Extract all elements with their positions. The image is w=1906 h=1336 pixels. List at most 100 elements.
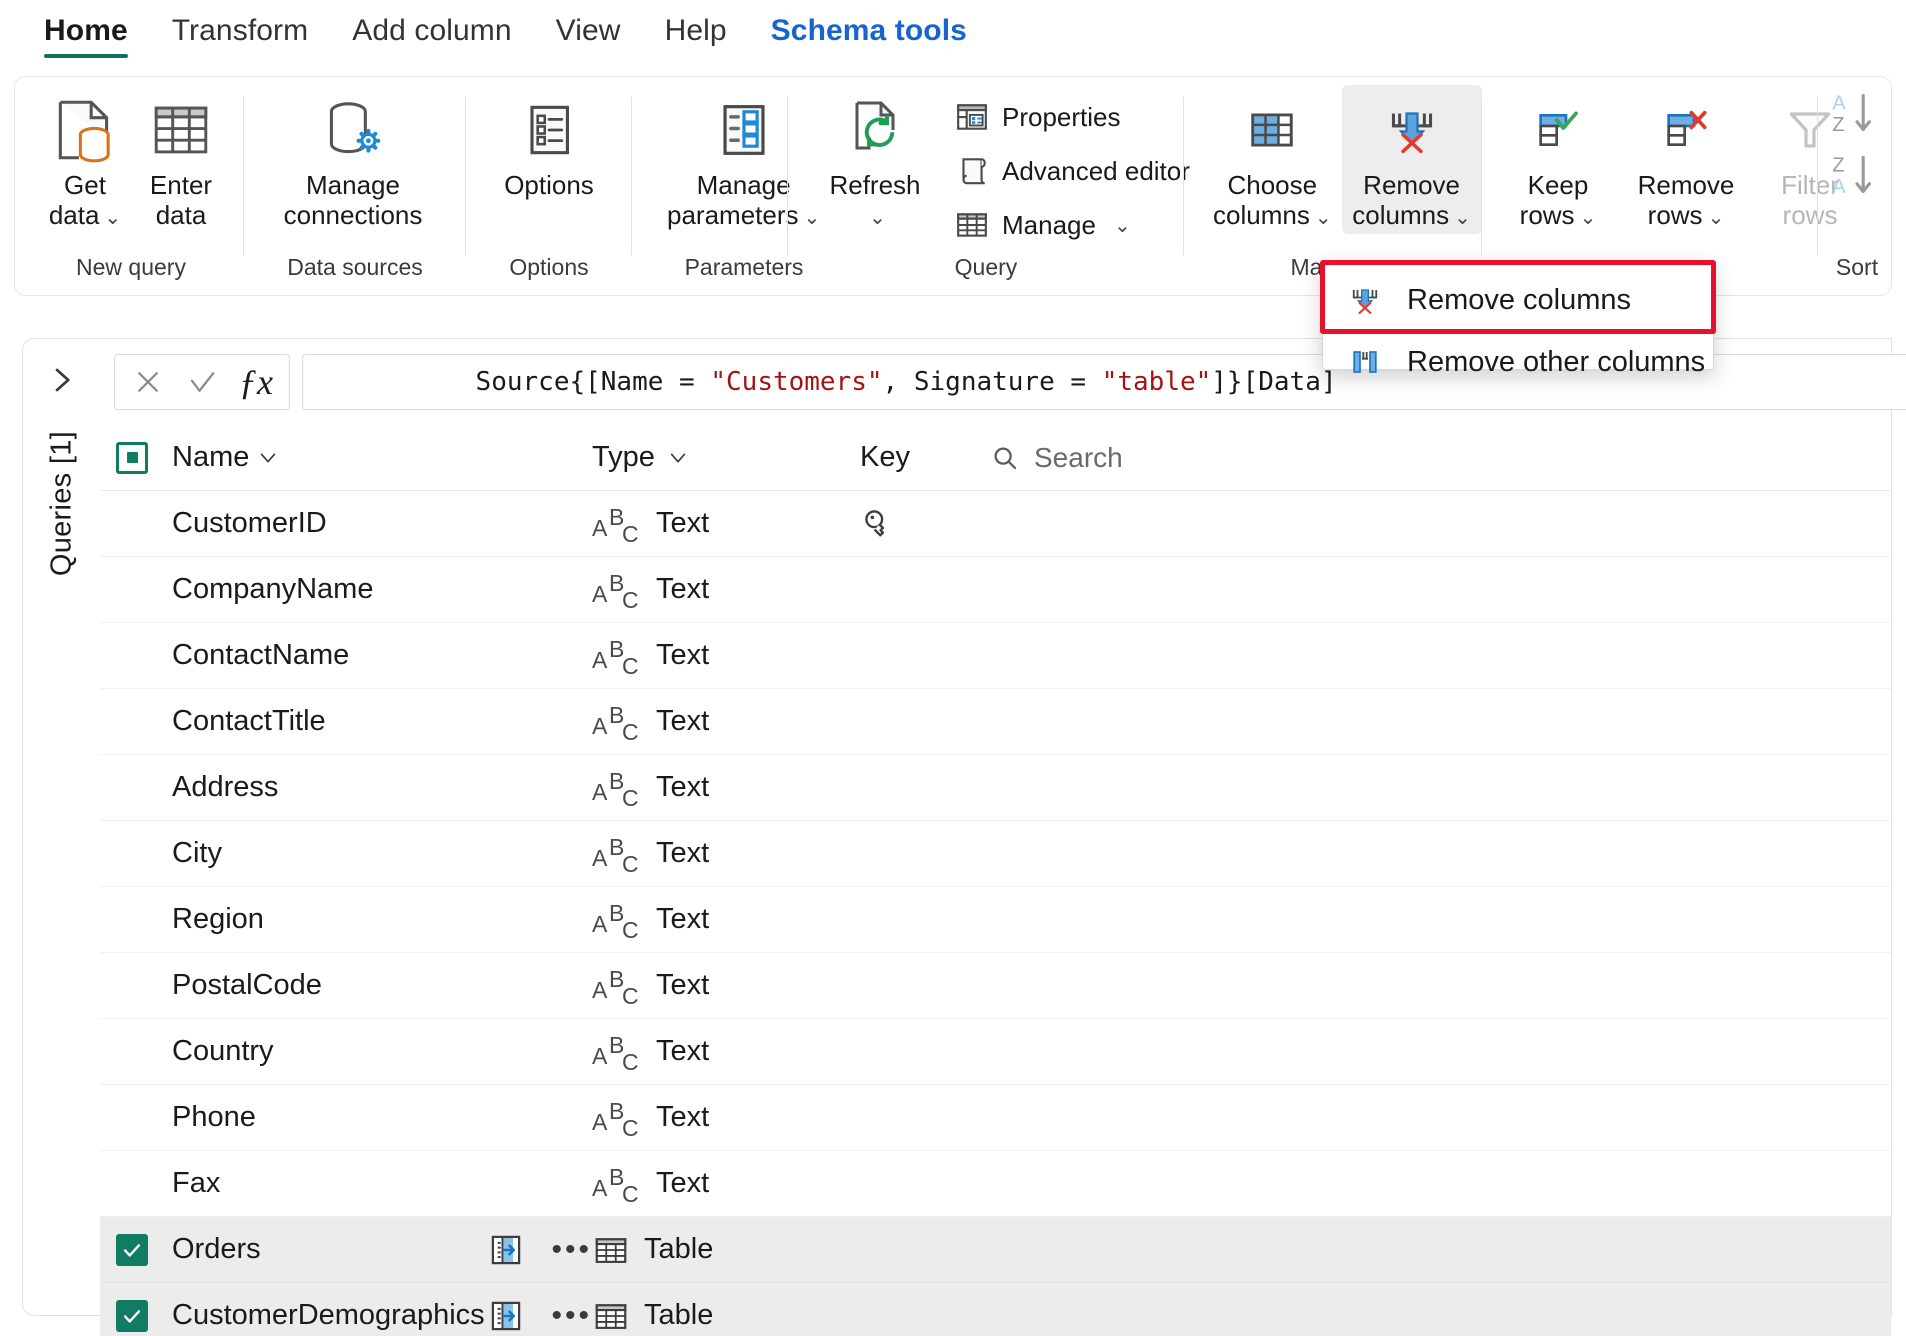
- row-column-type[interactable]: A B C Text: [592, 966, 860, 1009]
- chevron-down-icon[interactable]: ⌄: [1454, 207, 1471, 229]
- table-row[interactable]: City A B C Text: [100, 821, 1891, 887]
- remove-rows-label-1: Remove: [1637, 170, 1735, 200]
- manage-connections-button[interactable]: Manage connections: [265, 85, 441, 234]
- chevron-down-icon[interactable]: ⌄: [104, 207, 121, 229]
- get-data-button[interactable]: Get data ⌄: [37, 85, 133, 234]
- table-row[interactable]: CustomerDemographics ••• Table: [100, 1283, 1891, 1336]
- table-row[interactable]: PostalCode A B C Text: [100, 953, 1891, 1019]
- remove-rows-button[interactable]: Remove rows ⌄: [1617, 85, 1755, 234]
- table-row[interactable]: Phone A B C Text: [100, 1085, 1891, 1151]
- table-row[interactable]: ContactName A B C Text: [100, 623, 1891, 689]
- row-checkbox[interactable]: [116, 970, 172, 1002]
- tab-schema-tools[interactable]: Schema tools: [749, 0, 989, 48]
- chevron-down-icon[interactable]: ⌄: [1114, 213, 1131, 238]
- row-checkbox[interactable]: [116, 574, 172, 606]
- row-column-type[interactable]: A B C Text: [592, 570, 860, 613]
- row-column-type[interactable]: Table: [592, 1231, 860, 1269]
- chevron-down-icon[interactable]: ⌄: [1315, 207, 1332, 229]
- ribbon-separator: [465, 97, 466, 255]
- menu-item-remove-other-columns[interactable]: Remove other columns: [1323, 331, 1713, 393]
- row-column-name-label: City: [172, 837, 222, 869]
- table-row[interactable]: Region A B C Text: [100, 887, 1891, 953]
- table-row[interactable]: Fax A B C Text: [100, 1151, 1891, 1217]
- chevron-down-icon[interactable]: ⌄: [1708, 207, 1725, 229]
- row-column-name: ContactName: [172, 639, 592, 672]
- row-checkbox[interactable]: [116, 1036, 172, 1068]
- chevron-down-icon[interactable]: ⌄: [1580, 207, 1597, 229]
- table-row[interactable]: Address A B C Text: [100, 755, 1891, 821]
- row-column-type[interactable]: A B C Text: [592, 768, 860, 811]
- row-column-name: CustomerID: [172, 507, 592, 540]
- row-checkbox[interactable]: [116, 508, 172, 540]
- select-all-checkbox[interactable]: [116, 441, 172, 474]
- expand-column-icon[interactable]: [487, 1297, 525, 1335]
- table-row[interactable]: Country A B C Text: [100, 1019, 1891, 1085]
- remove-columns-label-2: columns: [1352, 199, 1450, 230]
- more-options-icon[interactable]: •••: [551, 1300, 592, 1331]
- tab-help[interactable]: Help: [643, 0, 749, 48]
- column-header-type[interactable]: Type: [592, 441, 860, 474]
- options-button[interactable]: Options: [489, 85, 609, 205]
- sort-a-to-z-button[interactable]: A Z: [1826, 85, 1888, 143]
- row-column-type[interactable]: A B C Text: [592, 833, 860, 877]
- search-box[interactable]: Search: [990, 442, 1891, 474]
- accept-check-icon[interactable]: [175, 355, 229, 409]
- row-column-type[interactable]: Table: [592, 1297, 860, 1335]
- refresh-button[interactable]: Refresh ⌄: [811, 85, 939, 234]
- row-column-type[interactable]: A B C Text: [592, 900, 860, 943]
- table-row[interactable]: CompanyName A B C Text: [100, 557, 1891, 623]
- column-header-name[interactable]: Name: [172, 441, 592, 474]
- row-column-name: CompanyName: [172, 573, 592, 606]
- cancel-x-icon[interactable]: [121, 355, 175, 409]
- row-checkbox[interactable]: [116, 640, 172, 672]
- tab-home[interactable]: Home: [22, 0, 150, 58]
- table-row[interactable]: Orders ••• Table: [100, 1217, 1891, 1283]
- tab-view[interactable]: View: [534, 0, 643, 48]
- advanced-editor-button[interactable]: Advanced editor: [947, 145, 1198, 197]
- row-column-name: Country: [172, 1035, 592, 1068]
- row-column-type[interactable]: A B C Text: [592, 1032, 860, 1075]
- row-checkbox[interactable]: [116, 838, 172, 870]
- manage-connections-label-1: Manage: [306, 170, 400, 200]
- tab-transform[interactable]: Transform: [150, 0, 330, 48]
- row-checkbox[interactable]: [116, 904, 172, 936]
- row-checkbox[interactable]: [116, 706, 172, 738]
- expand-column-icon[interactable]: [487, 1231, 525, 1269]
- choose-columns-button[interactable]: Choose columns ⌄: [1203, 85, 1342, 234]
- remove-columns-button[interactable]: Remove columns ⌄: [1341, 85, 1482, 235]
- manage-button[interactable]: Manage ⌄: [947, 199, 1198, 251]
- chevron-right-icon[interactable]: [47, 365, 77, 395]
- row-checkbox[interactable]: [116, 772, 172, 804]
- ribbon-separator: [243, 97, 244, 255]
- remove-other-columns-icon: [1345, 342, 1385, 382]
- row-column-type[interactable]: A B C Text: [592, 636, 860, 679]
- chevron-down-icon[interactable]: ⌄: [869, 207, 886, 229]
- row-checkbox[interactable]: [116, 1233, 172, 1266]
- chevron-down-icon[interactable]: [667, 447, 689, 469]
- row-checkbox[interactable]: [116, 1168, 172, 1200]
- properties-button[interactable]: Properties: [947, 91, 1198, 143]
- page-database-icon: [48, 91, 122, 169]
- enter-data-button[interactable]: Enter data: [133, 85, 229, 234]
- abc-text-icon: ABC: [592, 1097, 639, 1141]
- tab-add-column[interactable]: Add column: [330, 0, 533, 48]
- chevron-down-icon[interactable]: [257, 447, 279, 469]
- row-column-name-label: CustomerDemographics: [172, 1299, 485, 1331]
- table-row[interactable]: CustomerID A B C Text: [100, 491, 1891, 557]
- row-column-type[interactable]: A B C Text: [592, 1164, 860, 1207]
- row-checkbox[interactable]: [116, 1102, 172, 1134]
- keep-rows-button[interactable]: Keep rows ⌄: [1499, 85, 1617, 234]
- row-column-type[interactable]: A B C Text: [592, 504, 860, 547]
- fx-icon[interactable]: ƒx: [229, 355, 283, 409]
- row-column-name: Orders •••: [172, 1231, 592, 1269]
- row-column-type[interactable]: A B C Text: [592, 1097, 860, 1141]
- choose-columns-label-2: columns: [1213, 199, 1310, 230]
- menu-item-remove-columns[interactable]: Remove columns: [1323, 269, 1713, 331]
- database-gear-icon: [316, 91, 390, 169]
- sort-z-to-a-button[interactable]: Z A: [1826, 147, 1888, 205]
- more-options-icon[interactable]: •••: [551, 1234, 592, 1265]
- row-column-type[interactable]: A B C Text: [592, 702, 860, 745]
- row-checkbox[interactable]: [116, 1299, 172, 1332]
- table-row[interactable]: ContactTitle A B C Text: [100, 689, 1891, 755]
- abc-text-icon: ABC: [592, 833, 639, 877]
